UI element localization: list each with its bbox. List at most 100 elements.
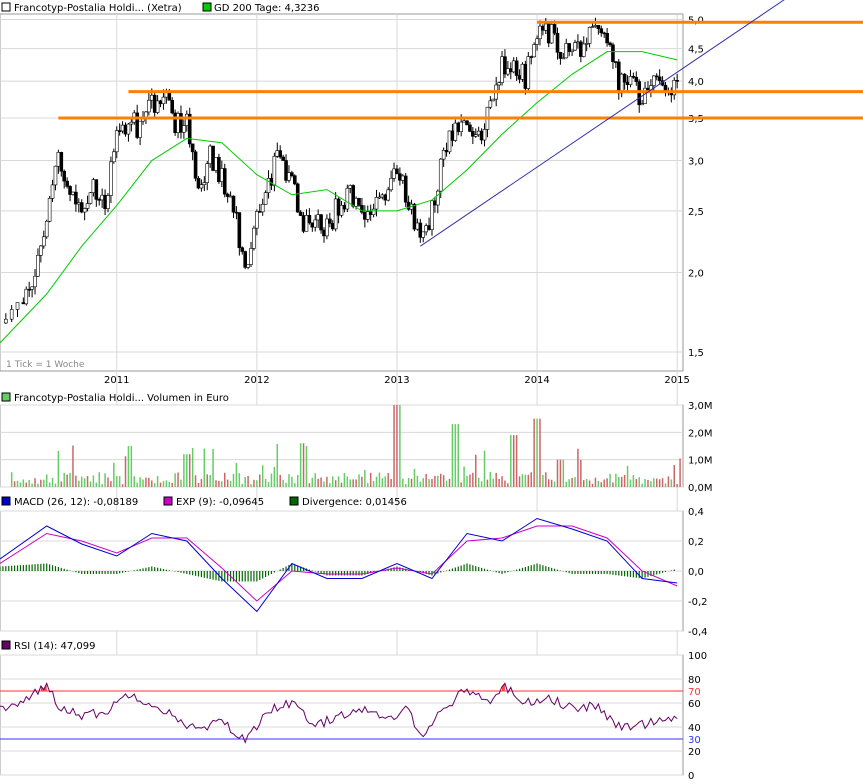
candle-body (190, 143, 195, 153)
candle-body (275, 150, 280, 157)
candle-body (427, 225, 431, 230)
price-legend-label: Francotyp-Postalia Holdi... (Xetra) (14, 3, 182, 14)
candle-body (462, 120, 466, 123)
macd-tick-label: -0,4 (688, 627, 708, 638)
candle-body (549, 24, 554, 44)
candle-body (56, 152, 61, 167)
macd-legend-swatch (1, 496, 11, 506)
candle-body (570, 49, 574, 52)
candle-body (506, 68, 510, 75)
candle-body (9, 309, 14, 320)
candle-body (602, 32, 606, 35)
candle-body (237, 212, 242, 249)
volume-tick-label: 0,0M (688, 483, 713, 494)
candle-body (406, 201, 411, 210)
candle-body (625, 81, 630, 85)
candle-body (147, 99, 151, 113)
candle-body (541, 25, 545, 31)
price-tick-label: 2,5 (688, 207, 704, 218)
candle-body (365, 211, 370, 220)
candle-body (503, 56, 507, 75)
candle-body (307, 215, 312, 224)
candle-body (514, 60, 519, 76)
candle-body (304, 215, 309, 232)
candle-body (354, 197, 358, 207)
candle-body (616, 61, 621, 94)
candle-body (109, 161, 113, 196)
candle-body (608, 42, 612, 46)
candle-body (421, 231, 426, 238)
volume-tick-label: 2,0M (688, 428, 713, 439)
candle-body (33, 275, 37, 288)
candle-body (532, 44, 536, 58)
candle-body (652, 75, 656, 86)
candle-body (374, 197, 379, 210)
candle-body (149, 94, 154, 101)
candle-body (675, 80, 679, 82)
candle-body (325, 218, 329, 237)
candle-body (290, 172, 294, 176)
x-tick-label: 2014 (524, 375, 549, 386)
candle-body (622, 73, 627, 83)
rsi-tick-label: 100 (688, 651, 707, 662)
candle-body (292, 175, 297, 185)
candle-body (573, 42, 577, 51)
candle-body (319, 214, 323, 231)
candle-body (654, 75, 659, 78)
candle-body (476, 130, 481, 136)
candle-body (395, 168, 399, 174)
candle-body (529, 56, 534, 58)
candle-body (336, 198, 341, 216)
candle-body (284, 160, 288, 181)
candle-body (301, 215, 306, 232)
candle-body (400, 175, 405, 181)
candle-body (468, 124, 472, 132)
candle-body (310, 222, 315, 228)
candle-body (403, 175, 408, 203)
candle-body (316, 214, 320, 221)
candle-body (185, 113, 189, 126)
candle-body (587, 27, 592, 44)
candle-body (263, 192, 268, 205)
candle-body (611, 44, 615, 62)
candle-body (298, 211, 303, 216)
candle-body (129, 121, 134, 125)
candle-body (217, 157, 221, 182)
candle-body (112, 151, 116, 163)
candle-body (47, 198, 52, 222)
candle-body (418, 222, 423, 238)
candle-body (249, 248, 253, 265)
rsi-tick-label: 30 (688, 735, 701, 746)
candle-body (117, 130, 122, 132)
candle-body (199, 184, 204, 189)
candle-body (453, 122, 458, 141)
candle-body (281, 156, 285, 161)
price-tick-label: 4,5 (688, 45, 704, 56)
rsi-tick-label: 40 (688, 723, 701, 734)
volume-legend-label: Francotyp-Postalia Holdi... Volumen in E… (14, 393, 229, 404)
price-legend: Francotyp-Postalia Holdi... (Xetra) GD 2… (1, 2, 320, 14)
candle-body (330, 223, 335, 230)
candle-body (631, 75, 636, 78)
candle-body (231, 195, 236, 213)
candle-body (313, 219, 318, 228)
rsi-legend-swatch (1, 640, 11, 650)
candle-body (479, 130, 484, 141)
candle-body (252, 227, 256, 249)
rsi-panel: RSI (14): 47,099 0 203040 607080 100 (0, 640, 707, 782)
candle-body (24, 288, 29, 305)
candle-body (546, 23, 551, 44)
candle-body (634, 76, 639, 82)
candle-body (179, 113, 183, 133)
candle-body (441, 149, 446, 160)
candle-body (170, 100, 175, 114)
candle-body (640, 103, 644, 106)
macd-tick-label: 0,2 (688, 537, 704, 548)
candle-body (412, 203, 417, 230)
rsi-tick-label: 70 (688, 687, 701, 698)
candle-body (59, 152, 64, 172)
candle-body (214, 157, 218, 171)
candle-body (278, 150, 283, 158)
candle-body (173, 112, 177, 133)
candle-body (15, 302, 20, 310)
